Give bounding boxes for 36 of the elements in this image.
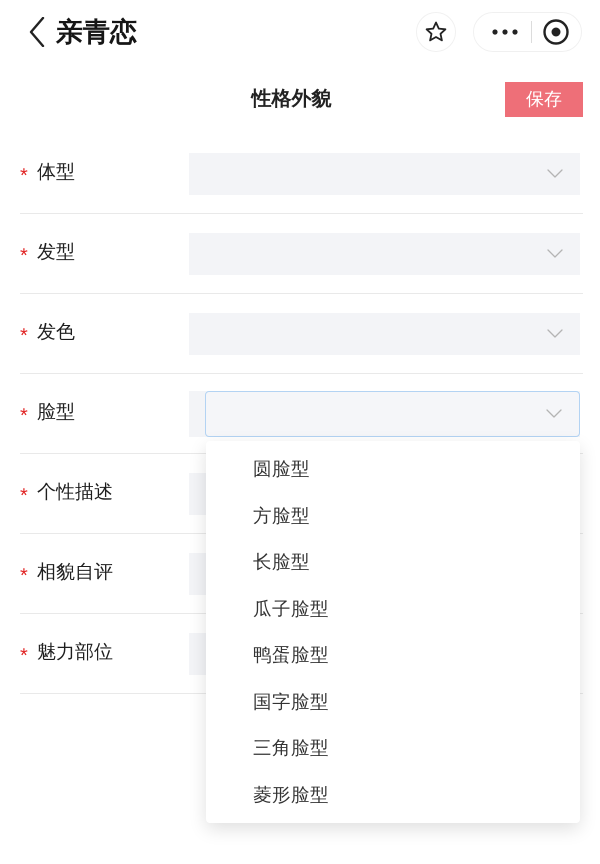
field-label: 魅力部位 — [37, 641, 113, 666]
circle-dot-icon[interactable] — [543, 19, 569, 45]
chevron-down-icon — [547, 329, 563, 338]
select-field[interactable] — [189, 312, 580, 354]
select-field[interactable] — [189, 152, 580, 194]
dropdown-option[interactable]: 圆脸型 — [206, 446, 580, 492]
field-label: 相貌自评 — [37, 561, 113, 586]
required-asterisk: * — [20, 564, 29, 586]
required-asterisk: * — [20, 484, 29, 506]
required-asterisk: * — [20, 324, 29, 346]
dropdown-option[interactable]: 三角脸型 — [206, 725, 580, 772]
dropdown-option[interactable]: 方脸型 — [206, 492, 580, 539]
select-field[interactable] — [189, 232, 580, 274]
field-label: 体型 — [37, 161, 75, 186]
required-asterisk: * — [20, 404, 29, 426]
app-title: 亲青恋 — [56, 18, 137, 46]
field-label: 发色 — [37, 321, 75, 346]
required-asterisk: * — [20, 164, 29, 186]
dropdown-option[interactable]: 国字脸型 — [206, 678, 580, 725]
dropdown-option[interactable]: 菱形脸型 — [206, 772, 580, 818]
chevron-down-icon — [547, 249, 563, 258]
chevron-down-icon — [546, 409, 562, 418]
dropdown-option[interactable]: 鸭蛋脸型 — [206, 632, 580, 678]
field-label: 脸型 — [37, 401, 75, 426]
page-title: 性格外貌 — [252, 87, 332, 112]
chevron-down-icon — [547, 169, 563, 178]
field-label: 发型 — [37, 241, 75, 266]
back-icon[interactable] — [29, 17, 45, 47]
dropdown-option[interactable]: 瓜子脸型 — [206, 586, 580, 632]
dropdown-option[interactable]: 长脸型 — [206, 539, 580, 586]
star-icon — [424, 20, 448, 44]
required-asterisk: * — [20, 644, 29, 666]
required-asterisk: * — [20, 244, 29, 266]
field-label: 个性描述 — [37, 481, 113, 506]
more-icon[interactable] — [492, 29, 518, 35]
favorite-button[interactable] — [416, 12, 456, 52]
